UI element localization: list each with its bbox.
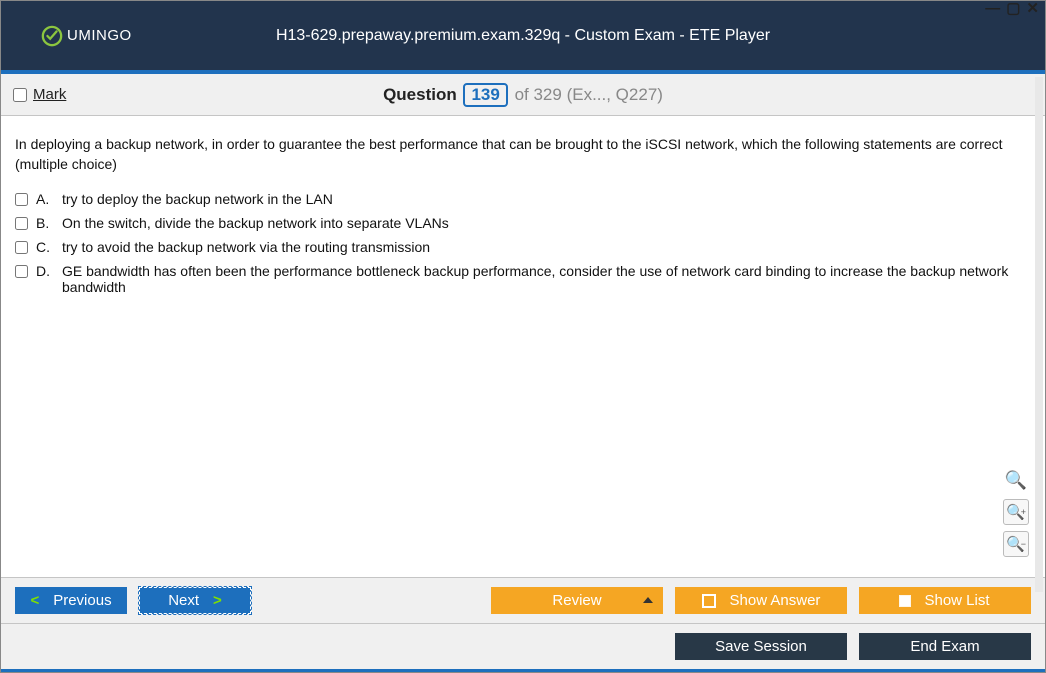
magnifier-icon[interactable]: 🔍 [1003,467,1029,493]
chevron-right-icon: > [213,592,222,609]
option-d-checkbox[interactable] [15,265,28,278]
square-icon [702,594,716,608]
check-circle-icon [41,25,63,47]
maximize-button[interactable]: ▢ [1006,2,1020,16]
app-logo: UMINGO [41,25,132,47]
option-a-checkbox[interactable] [15,193,28,206]
question-header: Mark Question 139 of 329 (Ex..., Q227) [1,74,1045,116]
triangle-up-icon [643,597,653,603]
logo-text: UMINGO [67,27,132,44]
chevron-left-icon: < [30,592,39,609]
option-c[interactable]: C. try to avoid the backup network via t… [15,239,1031,255]
nav-bar: < Previous Next > Review Show Answer Sho… [1,577,1045,623]
session-bar: Save Session End Exam [1,623,1045,669]
minimize-button[interactable]: — [985,2,1000,16]
option-c-checkbox[interactable] [15,241,28,254]
option-a[interactable]: A. try to deploy the backup network in t… [15,191,1031,207]
question-body: In deploying a backup network, in order … [1,116,1045,577]
bottom-accent [1,669,1045,672]
show-answer-button[interactable]: Show Answer [675,587,847,614]
save-session-button[interactable]: Save Session [675,633,847,660]
question-number: 139 [463,83,507,107]
option-b[interactable]: B. On the switch, divide the backup netw… [15,215,1031,231]
close-button[interactable]: ✕ [1026,2,1039,16]
scrollbar-track[interactable] [1035,77,1043,592]
option-d[interactable]: D. GE bandwidth has often been the perfo… [15,263,1031,295]
window-title: H13-629.prepaway.premium.exam.329q - Cus… [1,27,1045,45]
question-counter: Question 139 of 329 (Ex..., Q227) [1,83,1045,107]
question-text: In deploying a backup network, in order … [15,134,1031,175]
option-b-checkbox[interactable] [15,217,28,230]
zoom-tools: 🔍 🔍+ 🔍− [1003,467,1029,557]
square-filled-icon [900,596,910,606]
next-button[interactable]: Next > [139,587,251,614]
zoom-out-button[interactable]: 🔍− [1003,531,1029,557]
previous-button[interactable]: < Previous [15,587,127,614]
title-bar: UMINGO H13-629.prepaway.premium.exam.329… [1,1,1045,74]
show-list-button[interactable]: Show List [859,587,1031,614]
zoom-in-button[interactable]: 🔍+ [1003,499,1029,525]
review-button[interactable]: Review [491,587,663,614]
end-exam-button[interactable]: End Exam [859,633,1031,660]
